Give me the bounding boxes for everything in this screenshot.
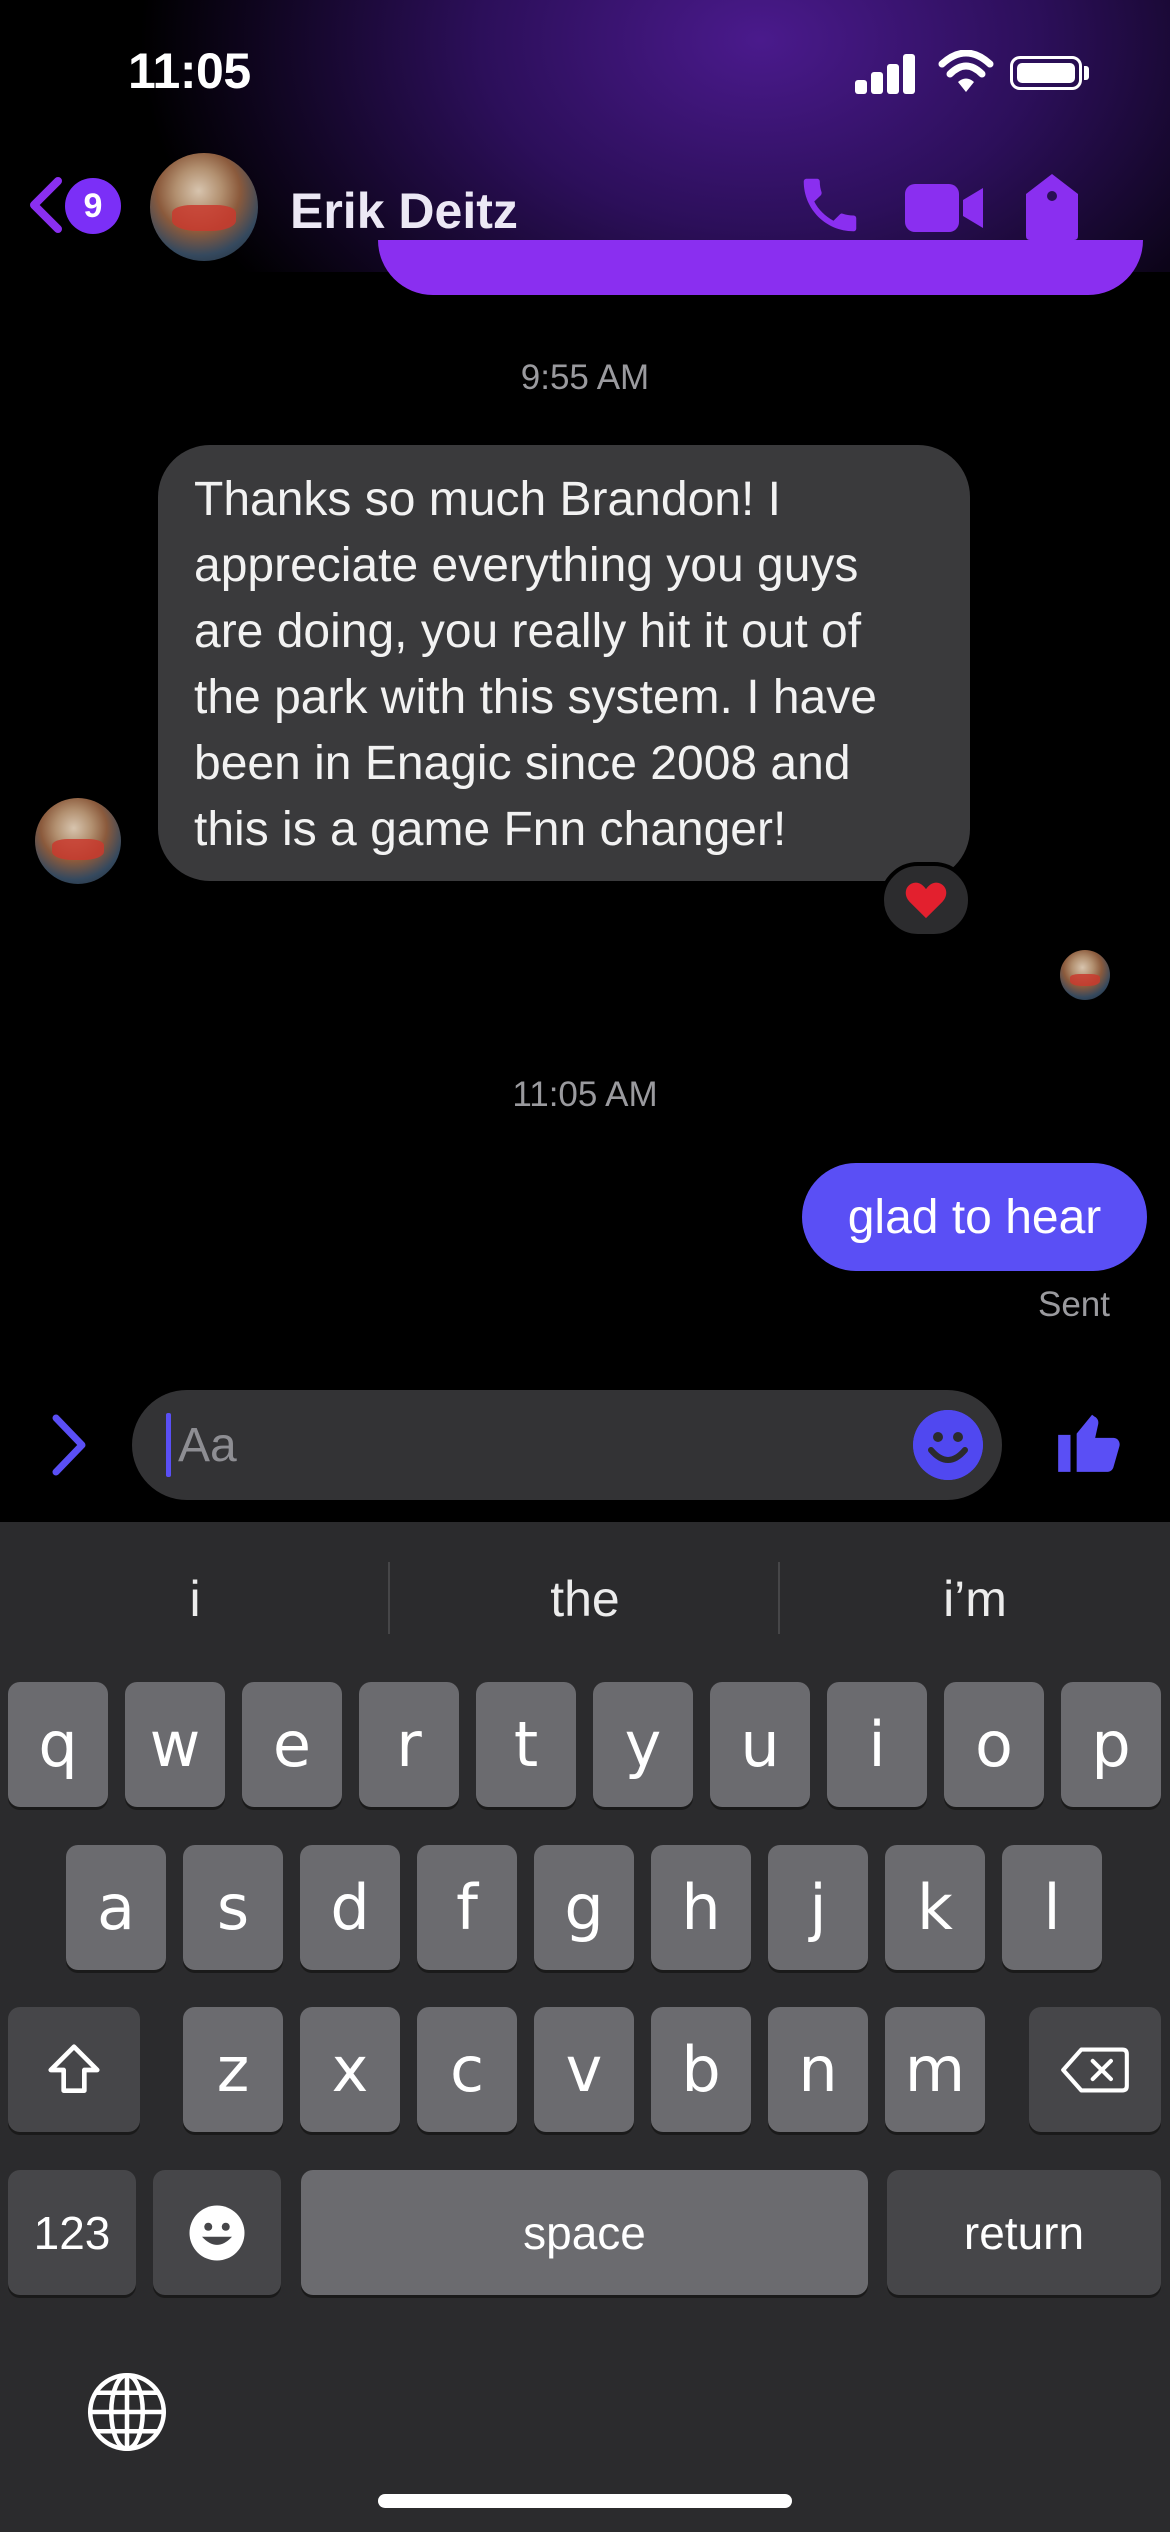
key-z[interactable]: z (183, 2007, 283, 2132)
sender-avatar[interactable] (35, 798, 121, 884)
emoji-key[interactable] (153, 2170, 281, 2295)
key-j[interactable]: j (768, 1845, 868, 1970)
key-a[interactable]: a (66, 1845, 166, 1970)
key-b[interactable]: b (651, 2007, 751, 2132)
message-input-placeholder: Aa (178, 1419, 237, 1472)
key-h[interactable]: h (651, 1845, 751, 1970)
suggestion-3[interactable]: i’m (780, 1570, 1170, 1628)
incoming-message-bubble[interactable]: Thanks so much Brandon! I appreciate eve… (158, 445, 970, 881)
numbers-key[interactable]: 123 (8, 2170, 136, 2295)
key-d[interactable]: d (300, 1845, 400, 1970)
shift-arrow-icon (48, 2043, 100, 2093)
contact-avatar[interactable] (150, 153, 258, 261)
return-key[interactable]: return (887, 2170, 1161, 2295)
key-n[interactable]: n (768, 2007, 868, 2132)
heart-icon (905, 882, 947, 919)
home-indicator[interactable] (378, 2494, 792, 2508)
key-c[interactable]: c (417, 2007, 517, 2132)
key-t[interactable]: t (476, 1682, 576, 1807)
key-u[interactable]: u (710, 1682, 810, 1807)
key-g[interactable]: g (534, 1845, 634, 1970)
battery-nub (1084, 66, 1089, 80)
key-y[interactable]: y (593, 1682, 693, 1807)
status-time: 11:05 (128, 43, 251, 99)
space-key[interactable]: space (301, 2170, 868, 2295)
globe-icon[interactable] (85, 2370, 169, 2454)
key-i[interactable]: i (827, 1682, 927, 1807)
previous-message-bubble[interactable] (378, 240, 1143, 295)
expand-chevron-icon[interactable] (48, 1412, 88, 1478)
read-receipt-avatar (1060, 950, 1110, 1000)
key-f[interactable]: f (417, 1845, 517, 1970)
key-p[interactable]: p (1061, 1682, 1161, 1807)
delivery-status: Sent (1038, 1285, 1110, 1324)
unread-count-badge[interactable]: 9 (65, 178, 121, 234)
back-chevron-icon[interactable] (24, 175, 64, 235)
message-input[interactable] (132, 1390, 1002, 1500)
key-m[interactable]: m (885, 2007, 985, 2132)
text-caret (166, 1413, 171, 1477)
key-o[interactable]: o (944, 1682, 1044, 1807)
key-s[interactable]: s (183, 1845, 283, 1970)
emoji-face-icon (189, 2205, 245, 2260)
tag-icon[interactable] (1022, 172, 1082, 242)
suggestion-2[interactable]: the (390, 1570, 780, 1628)
emoji-smile-icon[interactable] (913, 1410, 983, 1480)
suggestion-1[interactable]: i (0, 1570, 390, 1628)
backspace-icon (1061, 2047, 1129, 2092)
video-camera-icon[interactable] (903, 180, 985, 236)
key-e[interactable]: e (242, 1682, 342, 1807)
outgoing-message-bubble[interactable]: glad to hear (802, 1163, 1147, 1271)
key-k[interactable]: k (885, 1845, 985, 1970)
contact-name[interactable]: Erik Deitz (290, 182, 518, 240)
key-w[interactable]: w (125, 1682, 225, 1807)
timestamp: 11:05 AM (512, 1075, 658, 1114)
battery-icon (1010, 56, 1082, 90)
key-r[interactable]: r (359, 1682, 459, 1807)
shift-key[interactable] (8, 2007, 140, 2132)
cellular-signal-icon (855, 54, 915, 94)
incoming-message-text: Thanks so much Brandon! I appreciate eve… (194, 473, 877, 856)
timestamp: 9:55 AM (520, 358, 650, 397)
backspace-key[interactable] (1029, 2007, 1161, 2132)
key-q[interactable]: q (8, 1682, 108, 1807)
wifi-icon (938, 50, 994, 92)
heart-reaction[interactable] (880, 862, 972, 938)
key-x[interactable]: x (300, 2007, 400, 2132)
key-l[interactable]: l (1002, 1845, 1102, 1970)
thumbs-up-icon[interactable] (1052, 1403, 1126, 1479)
phone-icon[interactable] (795, 170, 865, 240)
key-v[interactable]: v (534, 2007, 634, 2132)
